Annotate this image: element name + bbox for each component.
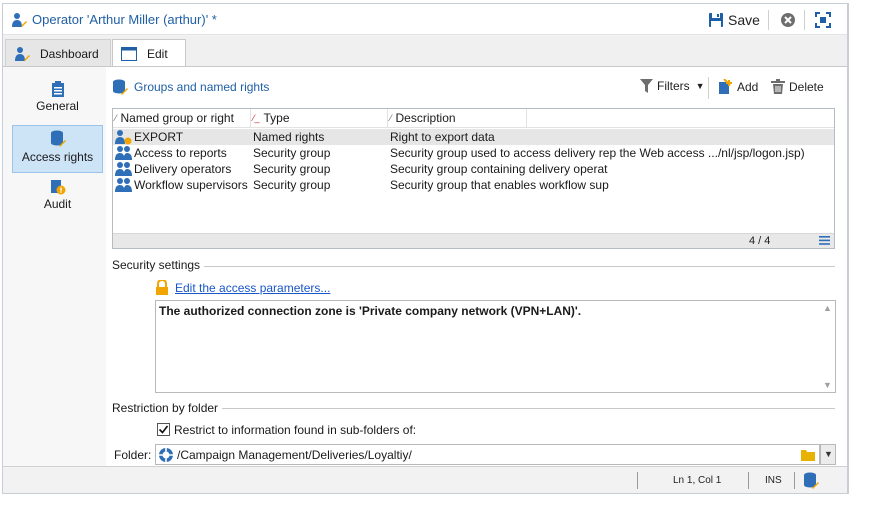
checkmark-icon	[158, 425, 169, 434]
save-label: Save	[728, 12, 760, 28]
sidebar-item-label: General	[36, 99, 79, 113]
database-key-icon	[113, 79, 128, 95]
restrict-subfolders-checkbox[interactable]	[157, 423, 170, 436]
add-button[interactable]: Add	[717, 79, 758, 95]
groups-title: Groups and named rights	[112, 79, 269, 95]
delete-label: Delete	[789, 79, 824, 94]
cursor-position: Ln 1, Col 1	[673, 475, 722, 486]
operator-icon	[12, 13, 27, 27]
chevron-down-icon: ▼	[695, 81, 705, 91]
row-count: 4 / 4	[749, 235, 771, 247]
table-footer: 4 / 4	[113, 233, 834, 248]
audit-icon	[50, 180, 65, 195]
table-header: ⁄ Named group or right ⁄_ Type ⁄ Descrip…	[113, 109, 834, 128]
editor-body: General Access rights Audit Groups and n…	[3, 66, 847, 467]
close-icon[interactable]	[780, 12, 796, 28]
save-button[interactable]: Save	[708, 10, 760, 30]
table-row[interactable]: Delivery operators Security group Securi…	[113, 161, 834, 177]
tab-dashboard[interactable]: Dashboard	[5, 39, 111, 67]
filters-label: Filters	[657, 79, 690, 93]
section-divider	[112, 266, 835, 267]
add-icon	[719, 79, 732, 94]
restriction-section-label: Restriction by folder	[112, 401, 223, 415]
database-key-icon	[804, 472, 819, 489]
filters-button[interactable]: Filters ▼	[640, 79, 705, 93]
database-key-icon	[50, 130, 66, 147]
tab-label: Dashboard	[40, 46, 99, 61]
clipboard-icon	[51, 81, 64, 97]
table-row[interactable]: Workflow supervisors Security group Secu…	[113, 177, 834, 193]
status-bar: Ln 1, Col 1 INS	[3, 466, 847, 493]
folder-label: Folder:	[114, 448, 152, 462]
operator-icon	[15, 46, 30, 61]
memo-text: The authorized connection zone is 'Priva…	[159, 304, 582, 318]
named-right-icon	[115, 130, 132, 145]
groups-table: ⁄ Named group or right ⁄_ Type ⁄ Descrip…	[112, 108, 835, 249]
edit-access-parameters-link[interactable]: Edit the access parameters...	[175, 281, 330, 295]
chevron-down-icon: ▼	[824, 449, 833, 459]
sidebar: General Access rights Audit	[3, 67, 106, 467]
chevron-up-icon: ▲	[823, 303, 832, 313]
tab-strip: Dashboard Edit	[3, 36, 847, 68]
groups-title-label: Groups and named rights	[134, 80, 270, 94]
folder-value: /Campaign Management/Deliveries/Loyaltiy…	[177, 448, 412, 462]
tab-label: Edit	[147, 47, 168, 61]
window-title: Operator 'Arthur Miller (arthur)' *	[32, 12, 217, 27]
folder-field[interactable]: /Campaign Management/Deliveries/Loyaltiy…	[155, 444, 820, 465]
sidebar-item-label: Audit	[43, 197, 72, 211]
maximize-icon[interactable]	[815, 12, 831, 28]
form-icon	[121, 47, 137, 61]
tab-edit[interactable]: Edit	[112, 39, 186, 68]
trash-icon	[771, 79, 785, 94]
lock-icon	[156, 280, 168, 295]
insert-mode: INS	[765, 475, 782, 486]
operator-window: Operator 'Arthur Miller (arthur)' * Save	[2, 3, 848, 494]
sort-icon: ⁄	[115, 113, 117, 123]
sidebar-item-general[interactable]: General	[12, 77, 103, 125]
funnel-icon	[640, 79, 653, 93]
content-area: Groups and named rights Filters ▼ Add De…	[106, 67, 847, 467]
sidebar-item-audit[interactable]: Audit	[12, 175, 103, 223]
toolbar-divider	[708, 77, 709, 99]
delete-button[interactable]: Delete	[771, 79, 824, 94]
column-header-type[interactable]: ⁄_ Type	[253, 111, 290, 125]
security-settings-memo[interactable]: The authorized connection zone is 'Priva…	[155, 300, 836, 393]
folder-dropdown-button[interactable]: ▼	[820, 444, 836, 465]
sidebar-item-access-rights[interactable]: Access rights	[12, 125, 103, 173]
title-bar: Operator 'Arthur Miller (arthur)' * Save	[3, 4, 847, 35]
group-icon	[115, 146, 132, 160]
groups-toolbar: Groups and named rights Filters ▼ Add De…	[112, 77, 835, 99]
folder-icon[interactable]	[801, 449, 815, 461]
toolbar-divider	[804, 10, 805, 30]
memo-scrollbar[interactable]: ▲ ▼	[820, 301, 835, 392]
sort-icon: ⁄_	[253, 113, 260, 123]
floppy-icon	[709, 13, 723, 27]
column-header-description[interactable]: ⁄ Description	[390, 111, 456, 125]
table-row[interactable]: EXPORT Named rights Right to export data	[113, 129, 834, 145]
column-header-name[interactable]: ⁄ Named group or right	[115, 111, 234, 125]
restrict-subfolders-label: Restrict to information found in sub-fol…	[174, 423, 417, 437]
chevron-down-icon: ▼	[823, 380, 832, 390]
security-section-label: Security settings	[112, 258, 205, 272]
add-label: Add	[737, 80, 759, 94]
sidebar-item-label: Access rights	[21, 150, 94, 164]
sort-icon: ⁄	[390, 113, 392, 123]
lifebuoy-icon	[159, 448, 173, 462]
list-menu-icon[interactable]	[819, 236, 830, 245]
group-icon	[115, 178, 132, 192]
table-row[interactable]: Access to reports Security group Securit…	[113, 145, 834, 161]
group-icon	[115, 162, 132, 176]
toolbar-divider	[768, 10, 769, 30]
